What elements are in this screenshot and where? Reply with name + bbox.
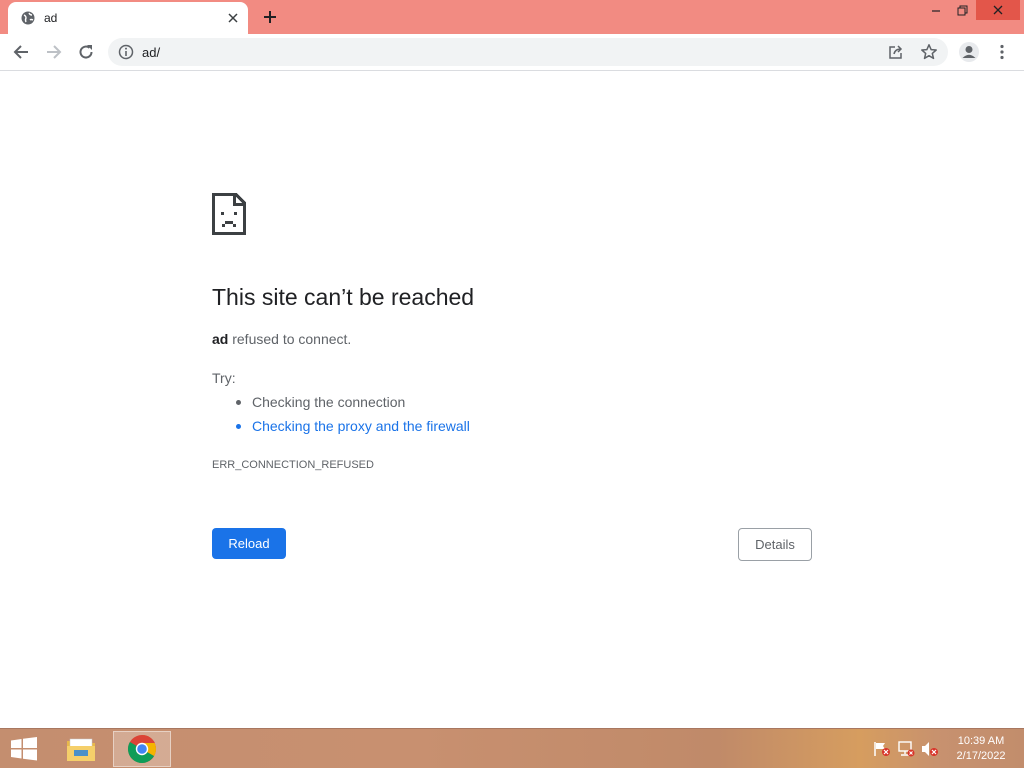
share-icon[interactable] bbox=[888, 44, 904, 60]
restore-button[interactable] bbox=[948, 0, 976, 20]
menu-button[interactable] bbox=[989, 39, 1015, 65]
error-code: ERR_CONNECTION_REFUSED bbox=[212, 459, 374, 471]
sad-document-icon bbox=[212, 193, 246, 235]
arrow-right-icon bbox=[47, 45, 62, 59]
bookmark-star-icon[interactable] bbox=[920, 43, 938, 61]
reload-button[interactable]: Reload bbox=[212, 528, 286, 559]
back-button[interactable] bbox=[8, 39, 34, 65]
volume-muted-icon[interactable] bbox=[921, 741, 939, 757]
taskbar-chrome[interactable] bbox=[113, 731, 171, 767]
suggestion-list: Checking the connection Checking the pro… bbox=[236, 393, 470, 441]
action-center-flag-icon[interactable] bbox=[873, 741, 891, 757]
file-explorer-icon bbox=[67, 738, 95, 761]
suggestion-check-connection: Checking the connection bbox=[236, 393, 470, 417]
address-bar[interactable]: ad/ bbox=[108, 38, 948, 66]
windows-logo-icon bbox=[11, 737, 37, 761]
info-icon[interactable] bbox=[118, 44, 134, 60]
clock-date: 2/17/2022 bbox=[956, 750, 1006, 762]
try-label: Try: bbox=[212, 370, 236, 386]
more-vertical-icon bbox=[1000, 44, 1004, 60]
tab-ad[interactable]: ad bbox=[8, 2, 248, 34]
error-headline: This site can’t be reached bbox=[212, 284, 475, 310]
clock-time: 10:39 AM bbox=[957, 735, 1005, 747]
error-message: ad refused to connect. bbox=[212, 331, 351, 347]
arrow-left-icon bbox=[13, 45, 28, 59]
refresh-icon bbox=[79, 45, 93, 59]
suggestion-check-proxy-link[interactable]: Checking the proxy and the firewall bbox=[236, 417, 470, 441]
tab-title: ad bbox=[44, 11, 58, 25]
page-content: This site can’t be reached ad refused to… bbox=[0, 71, 1024, 728]
system-clock[interactable]: 10:39 AM 2/17/2022 bbox=[946, 734, 1016, 764]
title-bar: ad bbox=[0, 0, 1024, 34]
reload-toolbar-button[interactable] bbox=[73, 39, 99, 65]
new-tab-button[interactable] bbox=[259, 6, 281, 28]
details-button[interactable]: Details bbox=[738, 528, 812, 561]
forward-button[interactable] bbox=[41, 39, 67, 65]
start-button[interactable] bbox=[6, 735, 42, 763]
taskbar: 10:39 AM 2/17/2022 bbox=[0, 728, 1024, 768]
host-name: ad bbox=[212, 331, 229, 347]
profile-button[interactable] bbox=[956, 39, 982, 65]
taskbar-file-explorer[interactable] bbox=[52, 731, 110, 767]
error-message-text: refused to connect. bbox=[228, 331, 352, 347]
minimize-button[interactable] bbox=[922, 0, 950, 20]
network-icon[interactable] bbox=[897, 741, 915, 757]
browser-toolbar: ad/ bbox=[0, 34, 1024, 71]
avatar-icon bbox=[959, 42, 979, 62]
globe-icon bbox=[21, 11, 35, 25]
tab-close-icon[interactable] bbox=[225, 10, 241, 26]
close-window-button[interactable] bbox=[976, 0, 1020, 20]
chrome-icon bbox=[127, 734, 156, 764]
url-text[interactable]: ad/ bbox=[142, 45, 160, 60]
